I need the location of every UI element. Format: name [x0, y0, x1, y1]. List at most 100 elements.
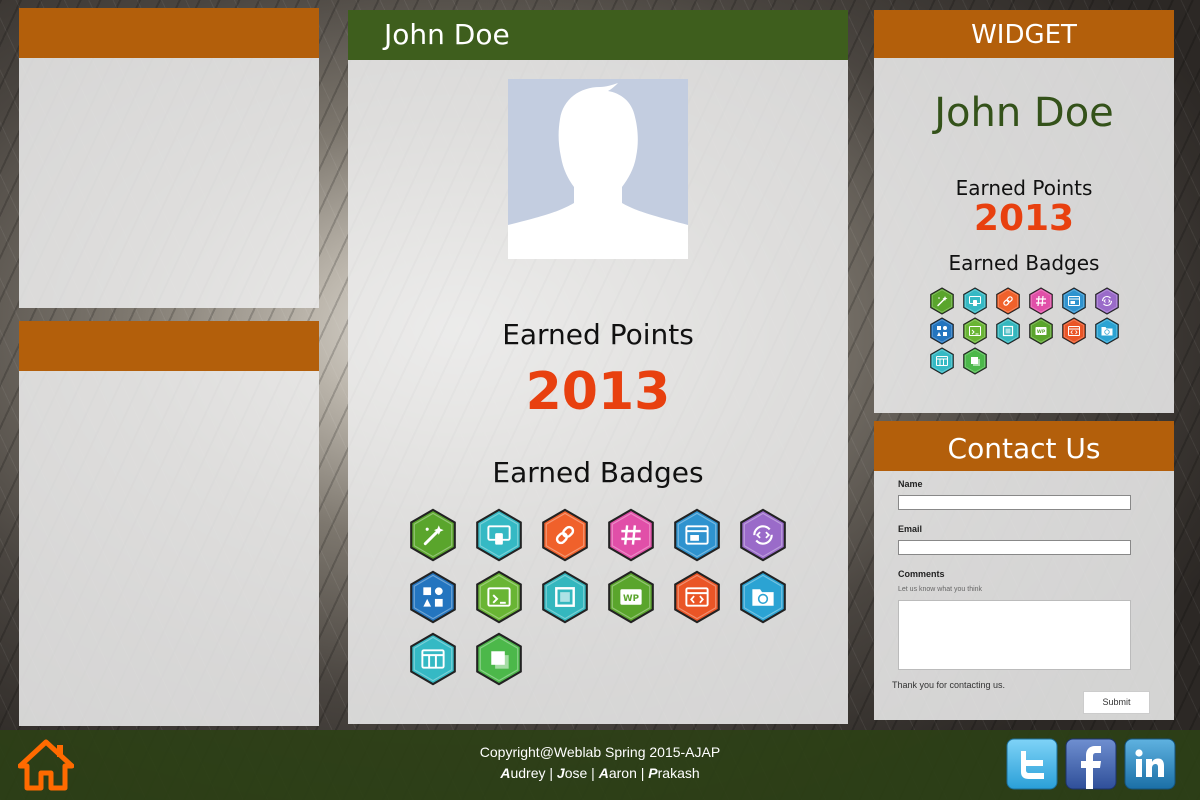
badge-item[interactable] [1059, 316, 1092, 346]
wordpress-icon: WP [1029, 317, 1053, 345]
widget-earned-badges-label: Earned Badges [948, 251, 1100, 275]
layout-grid-icon [930, 347, 954, 375]
left-top-panel [19, 8, 319, 308]
badge-item[interactable] [734, 568, 800, 630]
magic-wand-icon [410, 508, 456, 562]
badge-item[interactable] [1092, 316, 1125, 346]
earned-points-label: Earned Points [502, 318, 694, 351]
widget-user-name: John Doe [934, 90, 1114, 136]
magic-wand-icon [930, 287, 954, 315]
credit-initial: A [598, 765, 609, 781]
widget-earned-points-label: Earned Points [955, 176, 1093, 200]
left-top-header [19, 8, 319, 58]
hashtag-icon [1029, 287, 1053, 315]
points-value: 2013 [525, 362, 671, 422]
badge-item[interactable] [668, 506, 734, 568]
credit-initial: P [648, 765, 658, 781]
badge-item[interactable] [960, 346, 993, 376]
badge-item[interactable] [1059, 286, 1092, 316]
terminal-window-icon [963, 317, 987, 345]
svg-text:WP: WP [1037, 329, 1046, 335]
contact-title: Contact Us [874, 421, 1174, 471]
square-layer-icon [542, 570, 588, 624]
refresh-code-icon [1095, 287, 1119, 315]
default-avatar-icon [508, 79, 688, 259]
badge-item[interactable] [927, 346, 960, 376]
credit-name: ose [564, 765, 588, 781]
avatar [508, 79, 688, 259]
credit-initial: J [556, 765, 565, 781]
chain-link-icon [542, 508, 588, 562]
folder-wp-icon [1095, 317, 1119, 345]
credit-name: rakash [657, 765, 700, 781]
badge-item[interactable] [668, 568, 734, 630]
profile-panel: John Doe Earned Points 2013 Earned Badge… [348, 10, 848, 724]
shapes-icon [930, 317, 954, 345]
comments-hint: Let us know what you think [898, 586, 983, 593]
badge-item[interactable] [404, 630, 470, 692]
browser-window-icon [1062, 287, 1086, 315]
badge-item[interactable] [602, 506, 668, 568]
badge-item[interactable] [927, 286, 960, 316]
badge-item[interactable] [927, 316, 960, 346]
email-label: Email [898, 524, 923, 534]
footer: Copyright@Weblab Spring 2015-AJAP Audrey… [0, 730, 1200, 800]
email-field[interactable] [898, 540, 1131, 555]
left-bottom-panel [19, 321, 319, 726]
widget-points-value: 2013 [973, 198, 1075, 239]
responsive-devices-icon [963, 287, 987, 315]
widget-badge-grid: WP [927, 286, 1125, 376]
badge-item[interactable] [470, 630, 536, 692]
badge-item[interactable] [960, 316, 993, 346]
badge-item[interactable] [1026, 286, 1059, 316]
badge-item[interactable] [404, 506, 470, 568]
widget-panel: WIDGET John Doe Earned Points 2013 Earne… [874, 10, 1174, 413]
badge-item[interactable] [536, 506, 602, 568]
shapes-icon [410, 570, 456, 624]
hashtag-icon [608, 508, 654, 562]
responsive-devices-icon [476, 508, 522, 562]
credit-name: udrey [510, 765, 546, 781]
widget-title: WIDGET [874, 10, 1174, 58]
layout-grid-icon [410, 632, 456, 686]
comments-label: Comments [898, 569, 945, 579]
comments-field[interactable] [898, 600, 1131, 670]
chain-link-icon [996, 287, 1020, 315]
badge-item[interactable] [1092, 286, 1125, 316]
badge-item[interactable] [536, 568, 602, 630]
contact-panel: Contact Us Name Email Comments Let us kn… [874, 421, 1174, 720]
name-field[interactable] [898, 495, 1131, 510]
stacked-layers-icon [476, 632, 522, 686]
badge-item[interactable] [960, 286, 993, 316]
credit-name: aron [608, 765, 637, 781]
refresh-code-icon [740, 508, 786, 562]
thanks-text: Thank you for contacting us. [892, 680, 1006, 690]
badge-item[interactable] [470, 568, 536, 630]
badge-item[interactable] [734, 506, 800, 568]
browser-window-icon [674, 508, 720, 562]
svg-text:WP: WP [623, 594, 640, 604]
code-window-icon [1062, 317, 1086, 345]
badge-item[interactable]: WP [602, 568, 668, 630]
left-bottom-header [19, 321, 319, 371]
badge-item[interactable] [993, 286, 1026, 316]
badge-item[interactable] [404, 568, 470, 630]
badge-item[interactable] [993, 316, 1026, 346]
earned-badges-label: Earned Badges [492, 456, 704, 489]
profile-name-header: John Doe [348, 10, 848, 60]
facebook-icon[interactable] [1065, 738, 1117, 790]
badge-item[interactable] [470, 506, 536, 568]
linkedin-icon[interactable] [1124, 738, 1176, 790]
badge-item[interactable]: WP [1026, 316, 1059, 346]
square-layer-icon [996, 317, 1020, 345]
code-window-icon [674, 570, 720, 624]
name-label: Name [898, 479, 923, 489]
wordpress-icon: WP [608, 570, 654, 624]
folder-wp-icon [740, 570, 786, 624]
terminal-window-icon [476, 570, 522, 624]
submit-button[interactable]: Submit [1083, 691, 1150, 714]
badge-grid: WP [404, 506, 800, 692]
credit-initial: A [500, 765, 511, 781]
twitter-icon[interactable] [1006, 738, 1058, 790]
stacked-layers-icon [963, 347, 987, 375]
